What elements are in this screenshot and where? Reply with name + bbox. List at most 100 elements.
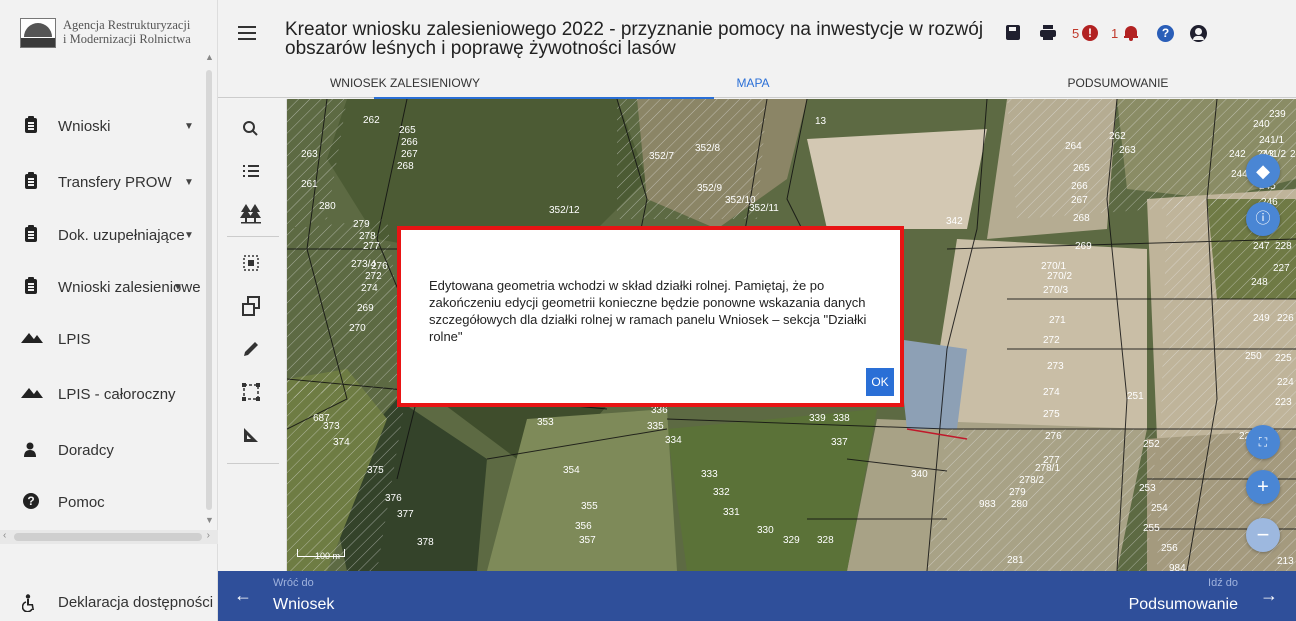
back-to-wniosek-link[interactable]: Wniosek bbox=[273, 596, 334, 614]
tab-bar: WNIOSEK ZALESIENIOWY MAPA PODSUMOWANIE bbox=[218, 70, 1296, 98]
tab-wniosek-zalesieniowy[interactable]: WNIOSEK ZALESIENIOWY bbox=[315, 76, 495, 90]
forward-arrow-icon[interactable]: → bbox=[1260, 585, 1278, 606]
sidebar-item-label: Deklaracja dostępności bbox=[58, 594, 214, 611]
sidebar-item-wnioski-zalesieniowe[interactable]: Wnioski zalesieniowe ▼ bbox=[0, 267, 204, 307]
parcel-label: 333 bbox=[701, 469, 718, 480]
warning-dialog: Edytowana geometria wchodzi w skład dzia… bbox=[397, 226, 904, 407]
list-icon[interactable] bbox=[237, 157, 265, 185]
sidebar-item-transfery-prow[interactable]: Transfery PROW ▼ bbox=[0, 162, 204, 202]
parcel-label: 335 bbox=[647, 421, 664, 432]
scroll-down-arrow-icon[interactable]: ▼ bbox=[205, 515, 214, 525]
zoom-in-icon[interactable]: + bbox=[1246, 470, 1280, 504]
parcel-label: 275 bbox=[1043, 409, 1060, 420]
sidebar-horizontal-scrollbar[interactable]: ‹ › bbox=[0, 530, 218, 544]
parcel-label: 265 bbox=[1073, 163, 1090, 174]
question-circle-icon: ? bbox=[23, 493, 39, 509]
sidebar-item-pomoc[interactable]: ? Pomoc bbox=[0, 482, 204, 522]
arimr-logo-mark bbox=[20, 18, 56, 48]
back-arrow-icon[interactable]: ← bbox=[234, 585, 252, 606]
go-to-podsumowanie-link[interactable]: Podsumowanie bbox=[1129, 596, 1238, 614]
parcel-label: 242 bbox=[1229, 149, 1246, 160]
sidebar-scrollbar[interactable] bbox=[206, 70, 212, 510]
sidebar-item-label: Wnioski bbox=[58, 117, 111, 135]
sidebar-item-label: LPIS - całoroczny bbox=[58, 385, 176, 403]
search-icon[interactable] bbox=[237, 115, 265, 143]
sidebar-item-doradcy[interactable]: Doradcy bbox=[0, 430, 204, 470]
parcel-label: 273 bbox=[1047, 361, 1064, 372]
horizontal-scroll-thumb[interactable] bbox=[14, 533, 202, 541]
clipboard-icon bbox=[25, 225, 37, 242]
trees-icon[interactable] bbox=[237, 199, 265, 227]
sidebar-item-wnioski[interactable]: Wnioski ▼ bbox=[0, 106, 204, 146]
sidebar-item-dok-uzupelniajace[interactable]: Dok. uzupełniające ▼ bbox=[0, 215, 204, 255]
parcel-label: 251 bbox=[1127, 391, 1144, 402]
error-icon[interactable]: ! bbox=[1082, 25, 1098, 41]
parcel-label: 276 bbox=[1045, 431, 1062, 442]
parcel-label: 328 bbox=[817, 535, 834, 546]
parcel-label: 247 bbox=[1253, 241, 1270, 252]
parcel-label: 263 bbox=[1119, 145, 1136, 156]
parcel-label: 228 bbox=[1275, 241, 1292, 252]
arimr-logo[interactable]: Agencja Restrukturyzacji i Modernizacji … bbox=[20, 18, 191, 48]
parcel-label: 984 bbox=[1169, 563, 1186, 571]
parcel-label: 270/2 bbox=[1047, 271, 1072, 282]
mountains-icon bbox=[21, 388, 43, 398]
hamburger-menu-icon[interactable] bbox=[238, 26, 256, 40]
pencil-icon[interactable] bbox=[237, 335, 265, 363]
tab-podsumowanie[interactable]: PODSUMOWANIE bbox=[1053, 76, 1183, 90]
parcel-label: 376 bbox=[385, 493, 402, 504]
layers-icon[interactable]: ◆ bbox=[1246, 154, 1280, 188]
parcel-label: 338 bbox=[833, 413, 850, 424]
parcel-label: 272 bbox=[365, 271, 382, 282]
scroll-right-arrow-icon[interactable]: › bbox=[207, 530, 210, 541]
parcel-label: 266 bbox=[401, 137, 418, 148]
tab-mapa[interactable]: MAPA bbox=[678, 76, 828, 90]
parcel-label: 269 bbox=[357, 303, 374, 314]
parcel-label: 352/9 bbox=[697, 183, 722, 194]
save-icon[interactable] bbox=[1006, 25, 1020, 40]
parcel-label: 330 bbox=[757, 525, 774, 536]
copy-geometry-icon[interactable] bbox=[237, 292, 265, 320]
info-icon[interactable]: ⓘ bbox=[1246, 202, 1280, 236]
sidebar-item-label: Pomoc bbox=[58, 493, 105, 511]
parcel-label: 249 bbox=[1253, 313, 1270, 324]
help-icon[interactable]: ? bbox=[1157, 25, 1174, 42]
print-icon[interactable] bbox=[1040, 25, 1056, 40]
back-hint: Wróć do bbox=[273, 577, 314, 589]
parcel-label: 339 bbox=[809, 413, 826, 424]
parcel-label: 262 bbox=[1109, 131, 1126, 142]
fullscreen-icon[interactable]: ⛶ bbox=[1246, 425, 1280, 459]
person-icon bbox=[24, 442, 36, 457]
parcel-label: 332 bbox=[713, 487, 730, 498]
scale-label: 100 m bbox=[315, 551, 341, 561]
parcel-label: 241/1 bbox=[1259, 135, 1284, 146]
parcel-label: 225 bbox=[1275, 353, 1292, 364]
parcel-label: 274 bbox=[361, 283, 378, 294]
parcel-label: 278/1 bbox=[1035, 463, 1060, 474]
parcel-label: 329 bbox=[783, 535, 800, 546]
parcel-label: 331 bbox=[723, 507, 740, 518]
parcel-label: 269 bbox=[1075, 241, 1092, 252]
rectangle-select-icon[interactable] bbox=[237, 378, 265, 406]
parcel-label: 273/4 bbox=[351, 259, 376, 270]
next-hint: Idź do bbox=[1208, 577, 1238, 589]
zoom-out-icon[interactable]: − bbox=[1246, 518, 1280, 552]
dialog-message: Edytowana geometria wchodzi w skład dzia… bbox=[429, 278, 867, 344]
parcel-label: 272 bbox=[1043, 335, 1060, 346]
parcel-label: 279 bbox=[1009, 487, 1026, 498]
parcel-label: 268 bbox=[1073, 213, 1090, 224]
user-account-icon[interactable] bbox=[1190, 25, 1207, 42]
scroll-up-arrow-icon[interactable]: ▲ bbox=[205, 52, 214, 62]
select-area-icon[interactable] bbox=[237, 249, 265, 277]
bell-icon[interactable] bbox=[1124, 25, 1138, 41]
sidebar-item-lpis-caloroczny[interactable]: LPIS - całoroczny bbox=[0, 374, 204, 414]
sidebar-item-lpis[interactable]: LPIS bbox=[0, 319, 204, 359]
measure-angle-icon[interactable] bbox=[237, 421, 265, 449]
parcel-label: 268 bbox=[397, 161, 414, 172]
sidebar-item-deklaracja-dostepnosci[interactable]: Deklaracja dostępności bbox=[0, 584, 218, 620]
ok-button[interactable]: OK bbox=[866, 368, 894, 396]
parcel-label: 375 bbox=[367, 465, 384, 476]
scroll-left-arrow-icon[interactable]: ‹ bbox=[3, 530, 6, 541]
parcel-label: 352/11 bbox=[749, 203, 779, 214]
parcel-label: 378 bbox=[417, 537, 434, 548]
